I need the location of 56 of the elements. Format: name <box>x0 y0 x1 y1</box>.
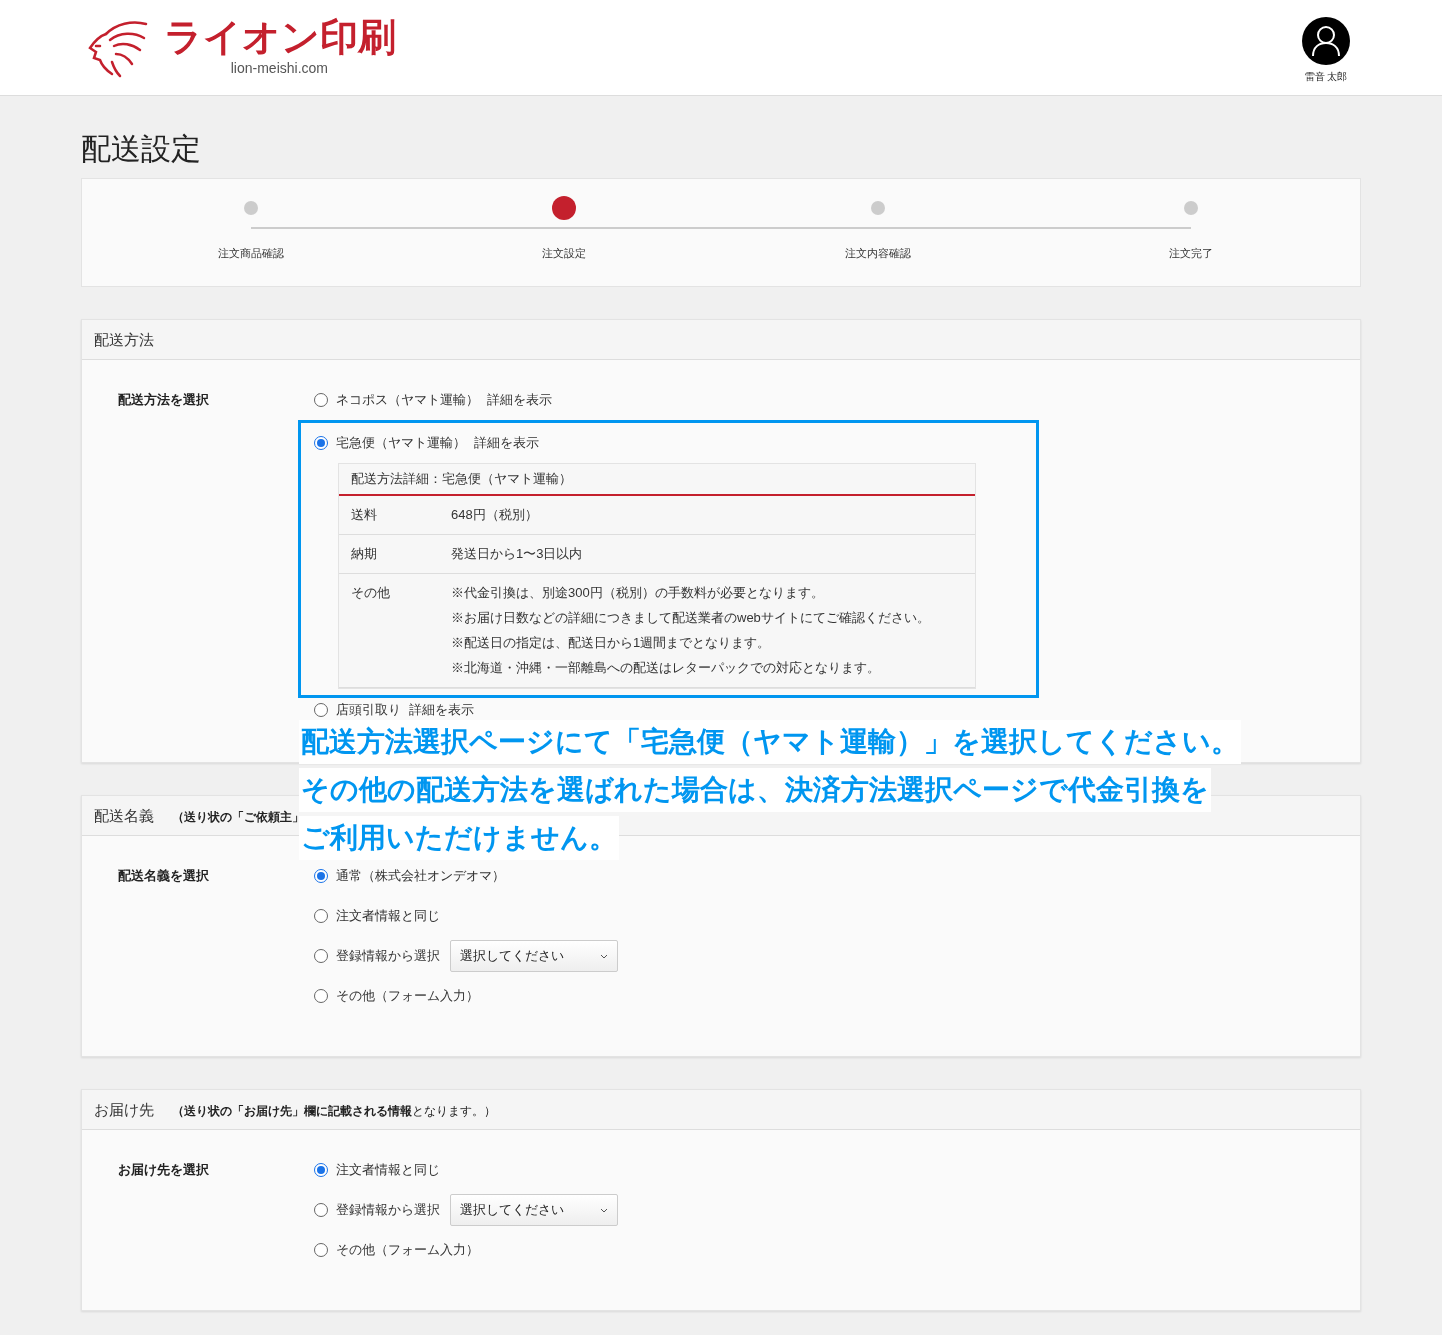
option-label: その他（フォーム入力） <box>336 1241 479 1260</box>
field-label: 配送方法を選択 <box>118 391 210 409</box>
page-title: 配送設定 <box>81 131 202 167</box>
step-label: 注文内容確認 <box>844 246 911 261</box>
step-label: 注文設定 <box>542 246 587 261</box>
detail-link[interactable]: 詳細を表示 <box>487 390 552 410</box>
radio-button[interactable] <box>314 909 328 923</box>
field-label: お届け先を選択 <box>118 1161 210 1179</box>
detail-value: ※お届け日数などの詳細につきまして配送業者のwebサイトにてご確認ください。 <box>451 609 930 627</box>
option-label: 店頭引取り <box>336 701 401 720</box>
detail-label: その他 <box>351 584 391 602</box>
detail-value: 648円（税別） <box>451 506 538 524</box>
option-label: その他（フォーム入力） <box>336 987 479 1006</box>
radio-button[interactable] <box>314 869 328 883</box>
step-label: 注文完了 <box>1169 246 1214 261</box>
radio-button[interactable] <box>314 989 328 1003</box>
option-label: 登録情報から選択 <box>336 947 440 966</box>
radio-button[interactable] <box>314 1203 328 1217</box>
radio-button[interactable] <box>314 949 328 963</box>
detail-value: ※北海道・沖縄・一部離島への配送はレターパックでの対応となります。 <box>451 659 881 677</box>
annotation-text: その他の配送方法を選ばれた場合は、決済方法選択ページで代金引換を <box>299 768 1211 812</box>
radio-button[interactable] <box>314 1243 328 1257</box>
chevron-down-icon <box>600 1207 608 1213</box>
option-label: 注文者情報と同じ <box>336 1161 440 1180</box>
logo-text: ライオン印刷 <box>164 16 396 58</box>
annotation-text: 配送方法選択ページにて「宅急便（ヤマト運輸）」を選択してください。 <box>299 720 1241 764</box>
detail-label: 納期 <box>351 545 378 563</box>
detail-link[interactable]: 詳細を表示 <box>409 700 474 720</box>
select-dropdown[interactable]: 選択してください <box>450 940 618 972</box>
chevron-down-icon <box>600 953 608 959</box>
radio-button[interactable] <box>314 436 328 450</box>
step-label: 注文商品確認 <box>217 246 284 261</box>
domain-text: lion-meishi.com <box>230 59 328 78</box>
detail-value: 発送日から1〜3日以内 <box>451 545 583 563</box>
radio-button[interactable] <box>314 703 328 717</box>
detail-link[interactable]: 詳細を表示 <box>474 433 539 453</box>
option-label: ネコポス（ヤマト運輸） <box>336 391 479 410</box>
user-name: 雷音 太郎 <box>1304 70 1348 84</box>
section-note: （送り状の「お届け先」欄に記載される情報となります。） <box>172 1103 496 1120</box>
option-label: 宅急便（ヤマト運輸） <box>336 434 466 453</box>
select-dropdown[interactable]: 選択してください <box>450 1194 618 1226</box>
radio-button[interactable] <box>314 393 328 407</box>
option-label: 注文者情報と同じ <box>336 907 440 926</box>
radio-button[interactable] <box>314 1163 328 1177</box>
option-label: 登録情報から選択 <box>336 1201 440 1220</box>
section-title: お届け先 <box>94 1100 154 1120</box>
detail-label: 送料 <box>351 506 378 524</box>
user-avatar-icon[interactable] <box>1302 17 1350 65</box>
detail-value: ※代金引換は、別途300円（税別）の手数料が必要となります。 <box>451 584 825 602</box>
details-title: 配送方法詳細：宅急便（ヤマト運輸） <box>339 464 975 496</box>
annotation-text: ご利用いただけません。 <box>299 816 619 860</box>
option-label: 通常（株式会社オンデオマ） <box>336 867 505 886</box>
detail-value: ※配送日の指定は、配送日から1週間までとなります。 <box>451 634 772 652</box>
section-title: 配送方法 <box>94 330 154 350</box>
section-title: 配送名義 <box>94 806 154 826</box>
field-label: 配送名義を選択 <box>118 867 210 885</box>
